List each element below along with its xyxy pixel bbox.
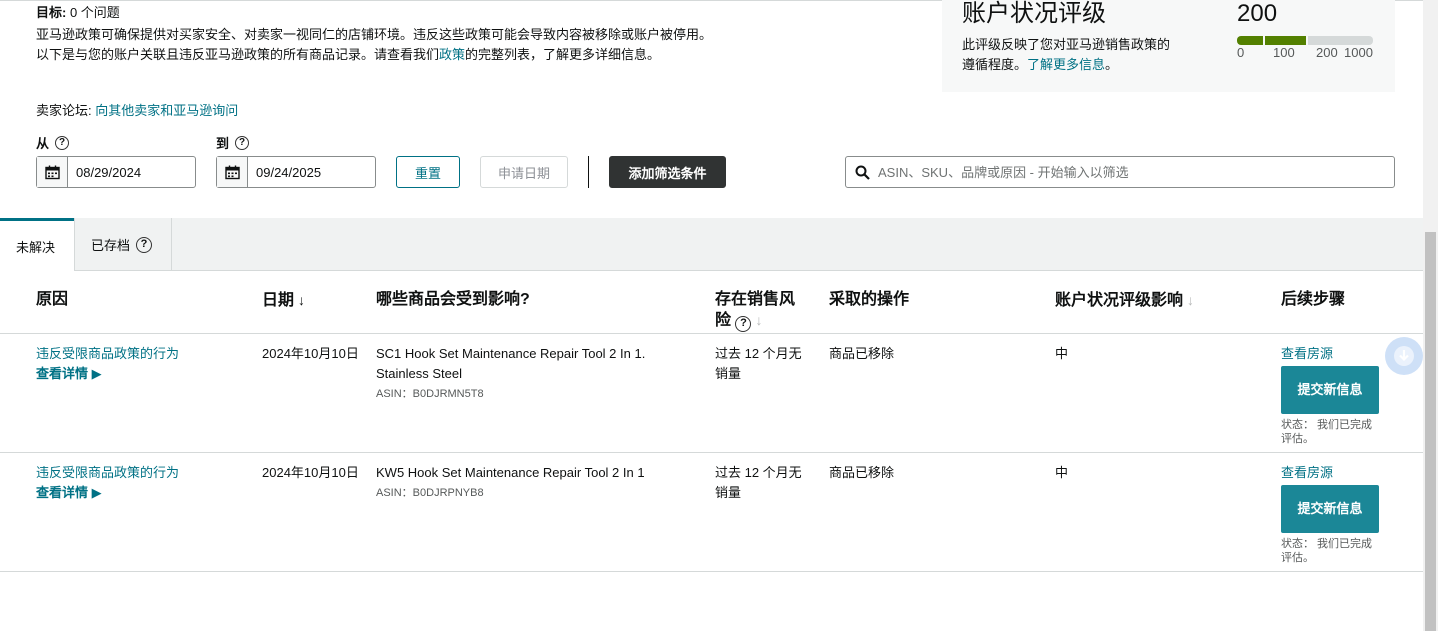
tick-label: 0 xyxy=(1237,45,1245,60)
table-row: 违反受限商品政策的行为 查看详情 ▶ 2024年10月10日 SC1 Hook … xyxy=(0,334,1423,453)
risk-cell: 过去 12 个月无销量 xyxy=(715,465,802,500)
learn-more-link[interactable]: 了解更多信息 xyxy=(1027,57,1105,72)
goal-value: 0 个问题 xyxy=(69,5,120,20)
goal-label: 目标: xyxy=(36,5,67,20)
goal-line: 目标: 0 个问题 xyxy=(36,3,716,23)
tab-unresolved[interactable]: 未解决 xyxy=(0,218,74,272)
next-steps-cell: 查看房源 提交新信息 状态： 我们已完成评估。 xyxy=(1281,463,1391,565)
asin-label: ASIN：B0DJRPNYB8 xyxy=(376,487,484,499)
next-steps-cell: 查看房源 提交新信息 状态： 我们已完成评估。 xyxy=(1281,344,1391,446)
tab-archived-label: 已存档 xyxy=(91,238,131,253)
reason-cell: 违反受限商品政策的行为 查看详情 ▶ xyxy=(36,463,246,503)
header-date-label: 日期 xyxy=(262,292,295,309)
bar-segment-2 xyxy=(1265,36,1306,45)
header-impact-label: 账户状况评级影响 xyxy=(1055,292,1184,309)
add-filter-button[interactable]: 添加筛选条件 xyxy=(609,156,726,188)
tick-label: 1000 xyxy=(1344,45,1373,60)
search-icon xyxy=(846,165,878,180)
header-risk[interactable]: 存在销售风险 ? ↓ xyxy=(715,290,805,332)
tab-archived[interactable]: 已存档 ? xyxy=(74,218,172,271)
header-next-steps: 后续步骤 xyxy=(1281,290,1345,310)
action-cell: 商品已移除 xyxy=(829,346,895,361)
help-icon[interactable]: ? xyxy=(55,135,70,150)
policy-intro: 目标: 0 个问题 亚马逊政策可确保提供对买家安全、对卖家一视同仁的店铺环境。违… xyxy=(36,3,716,65)
impact-cell: 中 xyxy=(1055,465,1069,480)
health-description: 此评级反映了您对亚马逊销售政策的遵循程度。了解更多信息。 xyxy=(962,35,1172,75)
reason-link[interactable]: 违反受限商品政策的行为 xyxy=(36,346,179,361)
calendar-icon[interactable] xyxy=(217,157,248,187)
account-health-panel: 账户状况评级 此评级反映了您对亚马逊销售政策的遵循程度。了解更多信息。 200 … xyxy=(942,0,1395,92)
seller-forum: 卖家论坛: 向其他卖家和亚马逊询问 xyxy=(36,101,238,121)
header-affected: 哪些商品会受到影响? xyxy=(376,290,530,310)
intro-text: 亚马逊政策可确保提供对买家安全、对卖家一视同仁的店铺环境。违反这些政策可能会导致… xyxy=(36,25,716,65)
header-date[interactable]: 日期 ↓ xyxy=(262,290,305,311)
filter-divider xyxy=(588,156,589,188)
header-action-label: 采取的操作 xyxy=(829,291,910,308)
forum-label: 卖家论坛: xyxy=(36,103,92,118)
submit-new-info-button[interactable]: 提交新信息 xyxy=(1281,366,1379,414)
header-reason: 原因 xyxy=(36,290,68,310)
risk-cell: 过去 12 个月无销量 xyxy=(715,346,802,381)
intro-text-part-end: 的完整列表，了解更多详细信息。 xyxy=(465,47,661,62)
from-date-field[interactable] xyxy=(36,156,196,188)
header-impact[interactable]: 账户状况评级影响 ↓ xyxy=(1055,290,1194,311)
date-cell: 2024年10月10日 xyxy=(262,346,359,361)
help-icon[interactable]: ? xyxy=(136,236,153,253)
date-cell: 2024年10月10日 xyxy=(262,465,359,480)
sort-down-icon[interactable]: ↓ xyxy=(298,292,305,308)
bar-segment-3 xyxy=(1308,36,1373,45)
calendar-icon[interactable] xyxy=(37,157,68,187)
header-next-label: 后续步骤 xyxy=(1281,291,1346,308)
health-title: 账户状况评级 xyxy=(962,0,1106,27)
tick-label: 100 xyxy=(1273,45,1295,60)
sort-icon[interactable]: ↓ xyxy=(1187,292,1194,308)
product-cell: KW5 Hook Set Maintenance Repair Tool 2 I… xyxy=(376,463,686,503)
tab-bar: 未解决 已存档 ? xyxy=(0,218,1423,272)
table-row: 违反受限商品政策的行为 查看详情 ▶ 2024年10月10日 KW5 Hook … xyxy=(0,453,1423,572)
reason-cell: 违反受限商品政策的行为 查看详情 ▶ xyxy=(36,344,246,384)
apply-date-button[interactable]: 申请日期 xyxy=(480,156,568,188)
impact-cell: 中 xyxy=(1055,346,1069,361)
to-label-text: 到 xyxy=(216,136,230,151)
scrollbar[interactable] xyxy=(1423,0,1438,631)
product-title: SC1 Hook Set Maintenance Repair Tool 2 I… xyxy=(376,346,646,381)
tick-label: 200 xyxy=(1316,45,1338,60)
status-text: 状态： 我们已完成评估。 xyxy=(1281,538,1373,564)
view-listing-link[interactable]: 查看房源 xyxy=(1281,346,1333,361)
asin-label: ASIN：B0DJRMN5T8 xyxy=(376,388,484,400)
product-cell: SC1 Hook Set Maintenance Repair Tool 2 I… xyxy=(376,344,686,404)
action-cell: 商品已移除 xyxy=(829,465,895,480)
from-label-text: 从 xyxy=(36,136,50,151)
product-title: KW5 Hook Set Maintenance Repair Tool 2 I… xyxy=(376,465,645,480)
from-label: 从 ? xyxy=(36,133,70,152)
bar-segment-1 xyxy=(1237,36,1263,45)
health-desc-end: 。 xyxy=(1105,57,1119,72)
scrollbar-thumb[interactable] xyxy=(1425,232,1436,631)
submit-new-info-button[interactable]: 提交新信息 xyxy=(1281,485,1379,533)
header-reason-label: 原因 xyxy=(36,291,69,308)
tab-unresolved-label: 未解决 xyxy=(16,240,56,255)
reset-button[interactable]: 重置 xyxy=(396,156,460,188)
from-date-input[interactable] xyxy=(68,157,188,187)
sort-icon[interactable]: ↓ xyxy=(755,312,762,328)
view-details-link[interactable]: 查看详情 ▶ xyxy=(36,366,102,381)
header-affected-label: 哪些商品会受到影响? xyxy=(376,291,530,308)
to-label: 到 ? xyxy=(216,133,250,152)
status-text: 状态： 我们已完成评估。 xyxy=(1281,419,1373,445)
health-score: 200 xyxy=(1237,0,1278,27)
forum-link[interactable]: 向其他卖家和亚马逊询问 xyxy=(95,103,238,118)
help-icon[interactable]: ? xyxy=(235,135,250,150)
to-date-field[interactable] xyxy=(216,156,376,188)
health-score-bar xyxy=(1237,36,1373,45)
search-input[interactable] xyxy=(878,164,1394,180)
help-icon[interactable]: ? xyxy=(735,315,752,332)
view-details-link[interactable]: 查看详情 ▶ xyxy=(36,485,102,500)
floating-download-icon[interactable] xyxy=(1385,337,1423,375)
to-date-input[interactable] xyxy=(248,157,368,187)
search-field[interactable] xyxy=(845,156,1395,188)
reason-link[interactable]: 违反受限商品政策的行为 xyxy=(36,465,179,480)
policy-link[interactable]: 政策 xyxy=(439,47,465,62)
header-action: 采取的操作 xyxy=(829,290,909,310)
view-listing-link[interactable]: 查看房源 xyxy=(1281,465,1333,480)
